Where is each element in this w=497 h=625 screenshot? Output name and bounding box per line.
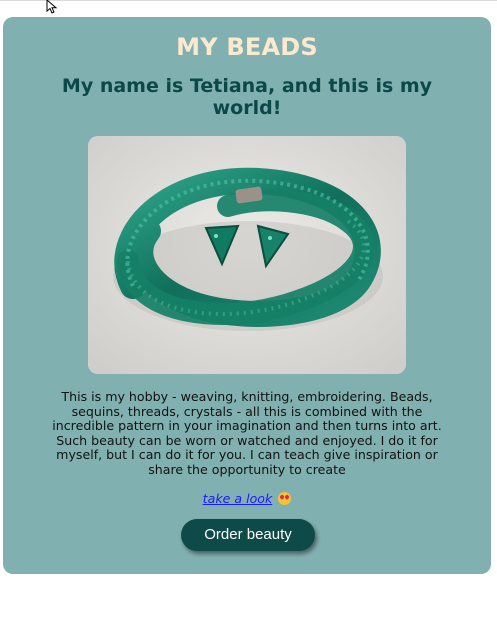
mouse-cursor-icon — [46, 0, 58, 14]
page-title: MY BEADS — [176, 33, 318, 61]
heart-eyes-emoji-icon — [278, 492, 292, 505]
description-text: This is my hobby - weaving, knitting, em… — [52, 389, 442, 477]
content-card: MY BEADS My name is Tetiana, and this is… — [3, 17, 491, 574]
take-a-look-link[interactable]: take a look — [203, 491, 273, 506]
page-subtitle: My name is Tetiana, and this is my world… — [61, 75, 433, 119]
take-a-look-row: take a look — [3, 491, 491, 506]
page-top-border — [0, 0, 497, 1]
order-beauty-button[interactable]: Order beauty — [181, 519, 315, 551]
bracelet-image — [88, 136, 406, 374]
beaded-bracelet-photo — [88, 136, 406, 374]
